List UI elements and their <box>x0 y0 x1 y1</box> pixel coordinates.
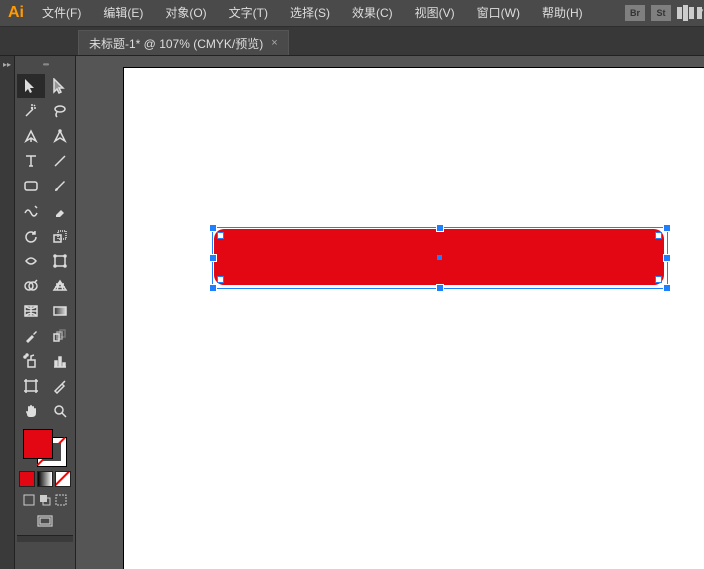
fill-swatch[interactable] <box>23 429 53 459</box>
selection-handle[interactable] <box>663 284 671 292</box>
menu-view[interactable]: 视图(V) <box>405 1 465 25</box>
rotate-tool[interactable] <box>17 224 45 248</box>
free-transform-tool[interactable] <box>46 249 74 273</box>
selection-handle[interactable] <box>209 284 217 292</box>
blend-tool[interactable] <box>46 324 74 348</box>
center-point <box>437 255 442 260</box>
screen-mode-row <box>34 513 56 531</box>
anchor-point[interactable] <box>217 276 224 283</box>
menu-edit[interactable]: 编辑(E) <box>93 1 153 25</box>
illustrator-app: Ai 文件(F) 编辑(E) 对象(O) 文字(T) 选择(S) 效果(C) 视… <box>0 0 704 569</box>
artboard <box>124 68 704 569</box>
canvas-area[interactable] <box>76 56 704 569</box>
selection-handle[interactable] <box>209 254 217 262</box>
symbol-sprayer-tool[interactable] <box>17 349 45 373</box>
zoom-tool[interactable] <box>46 399 74 423</box>
chevron-down-icon: ▼ <box>697 7 702 19</box>
selection-handle[interactable] <box>663 224 671 232</box>
scale-tool[interactable] <box>46 224 74 248</box>
gradient-tool[interactable] <box>46 299 74 323</box>
eraser-tool[interactable] <box>46 199 74 223</box>
hand-tool[interactable] <box>17 399 45 423</box>
collapsed-panel-strip[interactable]: ▸▸ <box>0 56 15 569</box>
direct-selection-tool[interactable] <box>46 74 74 98</box>
selection-handle[interactable] <box>663 254 671 262</box>
menu-window[interactable]: 窗口(W) <box>467 1 530 25</box>
tool-grid <box>17 74 74 423</box>
toolbox-resize-handle[interactable] <box>17 535 73 542</box>
slice-tool[interactable] <box>46 374 74 398</box>
selection-tool[interactable] <box>17 74 45 98</box>
lasso-tool[interactable] <box>46 99 74 123</box>
column-graph-tool[interactable] <box>46 349 74 373</box>
artboard-tool[interactable] <box>17 374 45 398</box>
workspace-switcher[interactable]: ▼ <box>677 5 702 21</box>
menubar: Ai 文件(F) 编辑(E) 对象(O) 文字(T) 选择(S) 效果(C) 视… <box>0 0 704 27</box>
menu-help[interactable]: 帮助(H) <box>532 1 593 25</box>
document-tab-title: 未标题-1* @ 107% (CMYK/预览) <box>89 35 263 52</box>
menu-effect[interactable]: 效果(C) <box>342 1 403 25</box>
perspective-grid-tool[interactable] <box>46 274 74 298</box>
selection-handle[interactable] <box>436 284 444 292</box>
app-logo: Ai <box>2 0 30 26</box>
color-swatch-area <box>17 429 73 507</box>
selection-handle[interactable] <box>436 224 444 232</box>
fill-stroke-swatch[interactable] <box>23 429 67 467</box>
width-tool[interactable] <box>17 249 45 273</box>
document-tab[interactable]: 未标题-1* @ 107% (CMYK/预览) × <box>78 30 289 55</box>
toolbox-grip[interactable]: •••••• <box>17 60 73 72</box>
mesh-tool[interactable] <box>17 299 45 323</box>
color-mode-solid[interactable] <box>19 471 35 487</box>
pen-tool[interactable] <box>17 124 45 148</box>
anchor-point[interactable] <box>655 232 662 239</box>
paintbrush-tool[interactable] <box>46 174 74 198</box>
line-tool[interactable] <box>46 149 74 173</box>
document-tabstrip: 未标题-1* @ 107% (CMYK/预览) × <box>0 27 704 56</box>
expand-panels-icon: ▸▸ <box>3 60 11 69</box>
color-mode-none[interactable] <box>55 471 71 487</box>
close-tab-button[interactable]: × <box>271 37 277 49</box>
draw-normal-icon[interactable] <box>22 493 36 507</box>
workarea: ▸▸ •••••• <box>0 56 704 569</box>
rectangle-tool[interactable] <box>17 174 45 198</box>
shaper-tool[interactable] <box>17 199 45 223</box>
selection-handle[interactable] <box>209 224 217 232</box>
shape-builder-tool[interactable] <box>17 274 45 298</box>
draw-behind-icon[interactable] <box>38 493 52 507</box>
color-mode-gradient[interactable] <box>37 471 53 487</box>
type-tool[interactable] <box>17 149 45 173</box>
change-screen-mode-button[interactable] <box>34 513 56 531</box>
draw-mode-buttons <box>22 493 68 507</box>
eyedropper-tool[interactable] <box>17 324 45 348</box>
anchor-point[interactable] <box>217 232 224 239</box>
curvature-tool[interactable] <box>46 124 74 148</box>
draw-inside-icon[interactable] <box>54 493 68 507</box>
menu-select[interactable]: 选择(S) <box>280 1 340 25</box>
menubar-right: Br St ▼ <box>625 5 702 21</box>
magic-wand-tool[interactable] <box>17 99 45 123</box>
menu-object[interactable]: 对象(O) <box>155 1 216 25</box>
stock-button[interactable]: St <box>651 5 671 21</box>
bridge-button[interactable]: Br <box>625 5 645 21</box>
menu-file[interactable]: 文件(F) <box>32 1 91 25</box>
anchor-point[interactable] <box>655 276 662 283</box>
toolbox: •••••• <box>15 56 76 569</box>
menu-type[interactable]: 文字(T) <box>219 1 278 25</box>
